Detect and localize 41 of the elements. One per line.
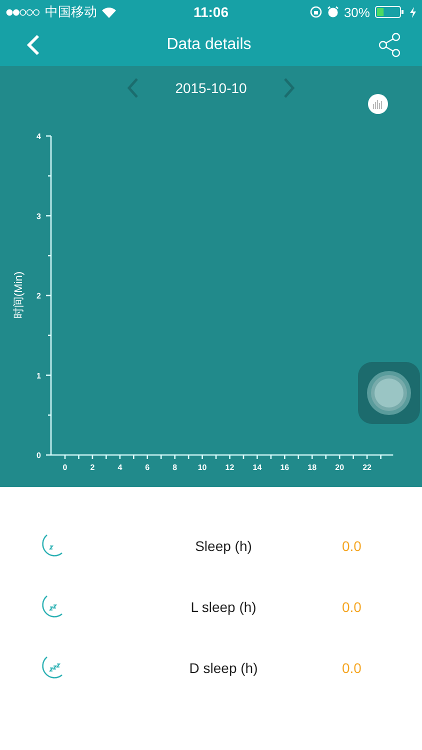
page-title: Data details (166, 36, 252, 54)
stat-value: 0.0 (342, 660, 362, 676)
x-tick-label: 0 (62, 463, 68, 472)
x-tick-label: 14 (252, 463, 262, 472)
x-tick-label: 10 (198, 463, 207, 472)
x-tick-label: 6 (145, 463, 150, 472)
stat-label: D sleep (h) (188, 660, 259, 676)
rotation-lock-icon (310, 6, 322, 18)
x-tick-label: 4 (118, 463, 122, 472)
y-tick-label: 1 (36, 371, 41, 380)
y-tick-label: 0 (36, 451, 41, 460)
stat-label: Sleep (h) (194, 538, 253, 554)
circle-icon (367, 371, 411, 415)
x-tick-label: 22 (362, 463, 372, 472)
y-tick-label: 3 (36, 212, 41, 221)
battery-percent: 30% (344, 4, 370, 20)
chart-toggle-button[interactable] (368, 94, 388, 114)
back-icon[interactable] (26, 34, 40, 56)
x-tick-label: 2 (90, 463, 95, 472)
x-tick-label: 18 (308, 463, 317, 472)
stat-value: 0.0 (342, 538, 362, 554)
battery-icon (374, 6, 405, 18)
y-tick-label: 4 (36, 132, 41, 141)
share-icon[interactable] (378, 32, 402, 58)
carrier-name: 中国移动 (45, 3, 97, 21)
bar-chart-icon (373, 100, 383, 108)
stat-label: L sleep (h) (190, 598, 258, 614)
stat-value: 0.0 (342, 598, 362, 614)
x-tick-label: 20 (335, 463, 344, 472)
alarm-icon (326, 6, 339, 18)
y-tick-label: 2 (36, 292, 41, 300)
x-tick-label: 12 (225, 463, 234, 472)
y-axis-label: 时间(Min) (13, 271, 25, 319)
charging-icon (410, 6, 416, 18)
assistive-touch-button[interactable] (358, 362, 420, 424)
wifi-icon (102, 6, 116, 18)
status-time: 11:06 (193, 4, 229, 20)
current-date: 2015-10-10 (175, 80, 247, 96)
x-tick-label: 16 (280, 463, 290, 472)
signal-icon (6, 8, 40, 16)
x-tick-label: 8 (172, 463, 178, 472)
